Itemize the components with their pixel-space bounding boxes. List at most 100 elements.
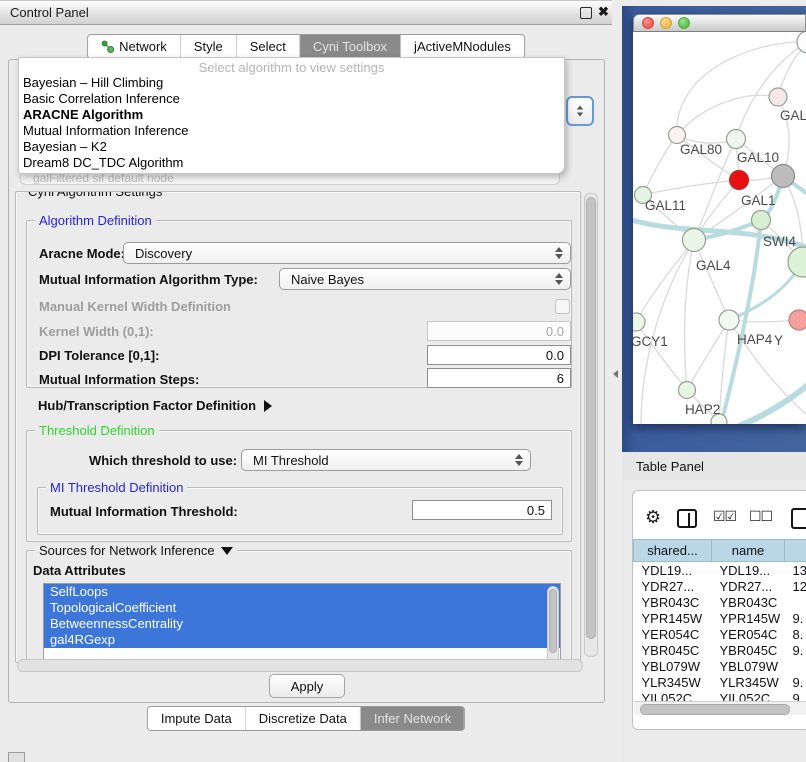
menu-item-mutual-information[interactable]: Mutual Information Inference — [19, 123, 564, 139]
minimize-traffic-icon[interactable] — [660, 17, 672, 29]
tab-network[interactable]: Network — [88, 35, 181, 58]
mi-type-combo[interactable]: Naive Bayes — [279, 268, 571, 290]
table-panel-area: ⚙ ☑☑ ☐☐ shared... name YDL19...YDL19...1… — [622, 480, 806, 762]
node-label: GAL80 — [680, 142, 722, 157]
manual-kernel-checkbox[interactable] — [555, 299, 570, 314]
menu-item-aracne[interactable]: ARACNE Algorithm — [19, 107, 564, 123]
network-canvas[interactable]: GAL GAL80 GAL10 GAL1 GAL11 SWI4 GAL4 GCY… — [633, 32, 806, 424]
inference-algorithm-combo-fragment[interactable] — [566, 96, 594, 126]
dpi-tolerance-field[interactable]: 0.0 — [427, 345, 571, 365]
table-row[interactable]: YBR045CYBR045C9. — [634, 642, 806, 658]
table-header-row[interactable]: shared... name — [634, 540, 806, 562]
algorithm-dropdown-popup: Select algorithm to view settings Bayesi… — [18, 57, 565, 174]
list-item[interactable]: BetweennessCentrality — [44, 616, 560, 632]
network-graph: GAL GAL80 GAL10 GAL1 GAL11 SWI4 GAL4 GCY… — [633, 32, 806, 424]
tab-impute-data[interactable]: Impute Data — [148, 707, 246, 730]
tab-cyni-toolbox[interactable]: Cyni Toolbox — [300, 35, 401, 58]
aracne-mode-combo[interactable]: Discovery — [123, 242, 571, 264]
hub-definition-toggle[interactable]: Hub/Transcription Factor Definition — [38, 398, 272, 413]
app-root: Control Panel ✖ Network Style Select Cyn… — [0, 0, 806, 762]
select-all-icon[interactable]: ☑☑ — [713, 508, 736, 525]
column-header-clipped[interactable] — [785, 540, 806, 562]
menu-item-bayesian-hill-climbing[interactable]: Bayesian – Hill Climbing — [19, 75, 564, 91]
node-label: GAL1 — [741, 193, 776, 208]
node-label: HAP2 — [685, 402, 720, 417]
network-window-titlebar[interactable] — [633, 14, 806, 32]
split-view-icon[interactable] — [677, 509, 697, 528]
apply-button[interactable]: Apply — [269, 674, 345, 698]
list-item[interactable]: SelfLoops — [44, 584, 560, 600]
control-panel-title: Control Panel — [10, 5, 89, 20]
algorithm-definition-group: Algorithm Definition Aracne Mode: Discov… — [26, 220, 572, 388]
menu-item-basic-correlation[interactable]: Basic Correlation Inference — [19, 91, 564, 107]
kernel-width-field: 0.0 — [427, 321, 571, 341]
mi-steps-field[interactable]: 6 — [427, 368, 571, 388]
corner-grip-box[interactable] — [8, 752, 25, 762]
column-header-shared-name[interactable]: shared... — [634, 540, 712, 562]
tab-jactivemnodules[interactable]: jActiveMNodules — [401, 35, 524, 58]
node-label: GAL11 — [645, 198, 686, 213]
table-row[interactable]: YPR145WYPR145W9. — [634, 610, 806, 626]
table-row[interactable]: YDR27...YDR27...12 — [634, 578, 806, 594]
tab-style[interactable]: Style — [181, 35, 237, 58]
popup-placeholder: Select algorithm to view settings — [19, 60, 564, 75]
node — [727, 130, 746, 149]
algorithm-definition-title: Algorithm Definition — [35, 213, 156, 228]
settings-scrollbar[interactable] — [584, 193, 598, 657]
settings-hscrollbar[interactable] — [17, 659, 583, 672]
tab-network-label: Network — [119, 39, 167, 54]
sources-title: Sources for Network Inference — [39, 543, 215, 558]
network-window[interactable]: GAL GAL80 GAL10 GAL1 GAL11 SWI4 GAL4 GCY… — [633, 14, 806, 424]
mi-threshold-field[interactable]: 0.5 — [412, 500, 552, 520]
node — [669, 127, 686, 144]
data-attributes-list[interactable]: SelfLoops TopologicalCoefficient Between… — [43, 583, 561, 663]
column-header-name[interactable]: name — [712, 540, 785, 562]
menu-item-dream8[interactable]: Dream8 DC_TDC Algorithm — [19, 155, 564, 171]
control-panel-tabbar: Network Style Select Cyni Toolbox jActiv… — [87, 34, 525, 59]
table-hscrollbar[interactable] — [634, 701, 806, 715]
node-gal1-selected — [730, 171, 749, 190]
node — [772, 165, 795, 188]
gear-icon[interactable]: ⚙ — [645, 508, 661, 526]
node-label: GAL10 — [737, 150, 779, 165]
list-item[interactable]: gal4RGexp — [44, 632, 560, 648]
table-row[interactable]: YBL079WYBL079W — [634, 658, 806, 674]
table-row[interactable]: YDL19...YDL19...13 — [634, 562, 806, 579]
tab-infer-network[interactable]: Infer Network — [361, 707, 464, 730]
node-table[interactable]: shared... name YDL19...YDL19...13 YDR27.… — [633, 539, 806, 706]
node — [683, 229, 706, 252]
cyni-algorithm-settings-group: Cyni Algorithm Settings Algorithm Defini… — [15, 191, 581, 663]
close-icon[interactable]: ✖ — [598, 4, 609, 20]
node — [633, 313, 645, 331]
control-panel-titlebar: Control Panel ✖ — [0, 0, 612, 25]
float-window-icon[interactable] — [580, 7, 592, 19]
zoom-traffic-icon[interactable] — [678, 17, 690, 29]
sources-title-row[interactable]: Sources for Network Inference — [35, 543, 237, 558]
list-item[interactable]: TopologicalCoefficient — [44, 600, 560, 616]
mi-threshold-definition-group: MI Threshold Definition Mutual Informati… — [37, 487, 563, 535]
table-row[interactable]: YER054CYER054C8. — [634, 626, 806, 642]
menu-item-bayesian-k2[interactable]: Bayesian – K2 — [19, 139, 564, 155]
node — [752, 211, 771, 230]
mi-type-label: Mutual Information Algorithm Type: — [39, 272, 258, 287]
tab-select[interactable]: Select — [237, 35, 300, 58]
combo-stepper-icon — [515, 454, 523, 466]
node-label: SWI4 — [763, 234, 796, 249]
node-label: HAP4 — [737, 332, 773, 347]
mi-steps-label: Mutual Information Steps: — [39, 372, 199, 387]
expanded-arrow-icon — [221, 547, 233, 555]
close-traffic-icon[interactable] — [642, 17, 654, 29]
table-mode-icon[interactable] — [791, 508, 806, 529]
manual-kernel-label: Manual Kernel Width Definition — [39, 299, 231, 314]
deselect-all-icon[interactable]: ☐☐ — [749, 508, 772, 525]
table-panel-title: Table Panel — [636, 459, 704, 474]
sources-group: Sources for Network Inference Data Attri… — [26, 550, 572, 663]
mi-threshold-definition-title: MI Threshold Definition — [46, 480, 187, 495]
tab-discretize-data[interactable]: Discretize Data — [246, 707, 361, 730]
which-threshold-combo[interactable]: MI Threshold — [241, 449, 531, 471]
list-scrollbar[interactable] — [547, 586, 559, 663]
table-panel-header: Table Panel — [622, 452, 806, 481]
panel-divider-grip[interactable] — [613, 370, 618, 378]
table-row[interactable]: YLR345WYLR345W9. — [634, 674, 806, 690]
table-row[interactable]: YBR043CYBR043C — [634, 594, 806, 610]
